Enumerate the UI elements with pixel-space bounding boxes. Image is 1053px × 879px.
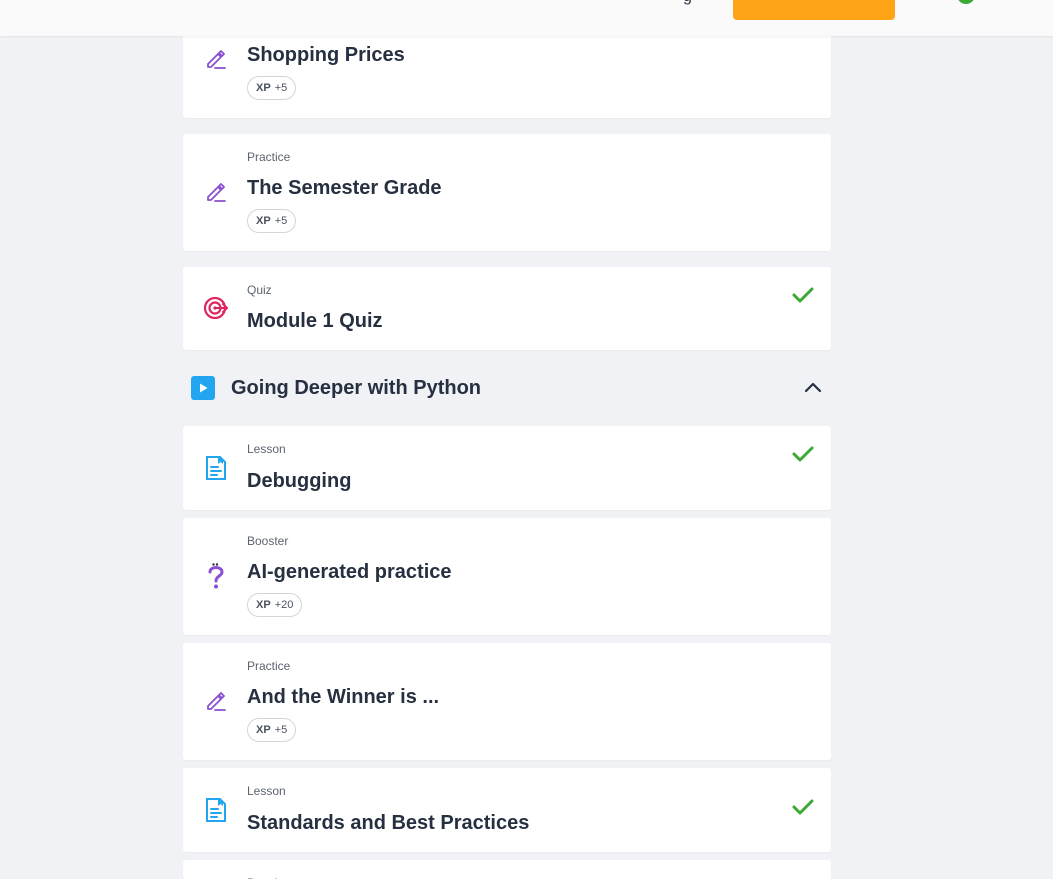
item-title: Shopping Prices <box>247 44 405 66</box>
item-type: Practice <box>247 150 291 164</box>
xp-badge: XP +5 <box>247 718 297 742</box>
list-item[interactable]: Lesson Standards and Best Practices <box>183 768 831 852</box>
item-title: Debugging <box>247 470 352 492</box>
list-item[interactable]: Practice The Semester Grade XP +5 <box>183 134 831 251</box>
item-type: Lesson <box>247 442 286 456</box>
item-title: And the Winner is ... <box>247 686 440 708</box>
item-type: Booster <box>247 534 289 548</box>
document-icon <box>203 797 229 823</box>
xp-badge: XP +5 <box>247 76 297 100</box>
list-item[interactable]: Booster AI-generated practice XP +20 <box>183 518 831 635</box>
item-title: The Semester Grade <box>247 177 442 199</box>
question-icon <box>203 563 229 589</box>
section-header[interactable]: Going Deeper with Python <box>183 370 831 406</box>
xp-badge: XP +20 <box>247 593 303 617</box>
item-type: Practice <box>247 659 291 673</box>
play-icon <box>191 376 215 400</box>
section-title: Going Deeper with Python <box>231 377 482 399</box>
list-item[interactable]: Quiz Module 1 Quiz <box>183 267 831 350</box>
item-title: Module 1 Quiz <box>247 310 383 332</box>
chevron-up-icon[interactable] <box>803 378 823 398</box>
checkmark-icon <box>792 799 814 815</box>
pencil-icon <box>203 179 229 205</box>
pencil-icon <box>203 688 229 714</box>
target-icon <box>203 295 229 321</box>
item-title: AI-generated practice <box>247 561 452 583</box>
list-item[interactable]: Practice <box>183 860 831 879</box>
xp-badge: XP +5 <box>247 209 297 233</box>
top-header: g <box>0 0 1053 36</box>
list-item[interactable]: Practice And the Winner is ... XP +5 <box>183 643 831 760</box>
status-indicator <box>957 0 975 4</box>
pencil-icon <box>203 46 229 72</box>
item-type: Lesson <box>247 784 286 798</box>
cta-button[interactable] <box>733 0 895 20</box>
checkmark-icon <box>792 446 814 462</box>
nav-link-fragment[interactable]: g <box>683 0 692 6</box>
list-item[interactable]: Lesson Debugging <box>183 426 831 510</box>
checkmark-icon <box>792 287 814 303</box>
item-title: Standards and Best Practices <box>247 812 530 834</box>
item-type: Quiz <box>247 283 272 297</box>
document-icon <box>203 455 229 481</box>
